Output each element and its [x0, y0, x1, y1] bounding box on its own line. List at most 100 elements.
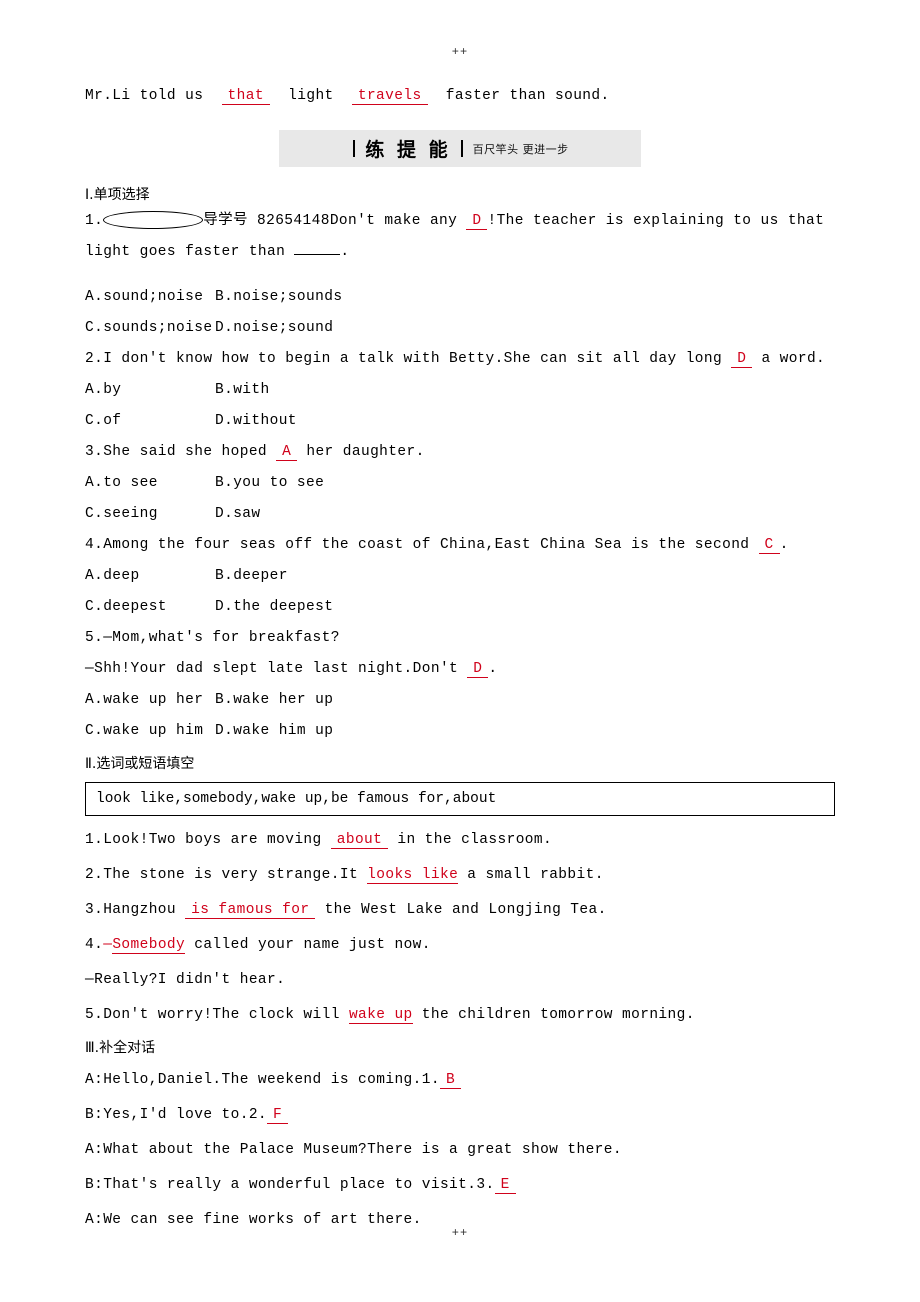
section-3-heading: Ⅲ.补全对话 [85, 1040, 156, 1056]
worksheet-page: ++ Mr.Li told us that light travels fast… [0, 0, 920, 1302]
question-3-options-row2: C.seeing D.saw [85, 499, 835, 530]
question-2-text-after: a word. [761, 351, 826, 367]
question-2-number: 2. [85, 351, 104, 367]
option-4d[interactable]: D.the deepest [215, 592, 333, 623]
question-3-answer: A [276, 444, 298, 461]
question-4-options-row1: A.deep B.deeper [85, 561, 835, 592]
question-4-number: 4. [85, 537, 104, 553]
option-1d[interactable]: D.noise;sound [215, 313, 333, 344]
option-2d[interactable]: D.without [215, 406, 297, 437]
fill-item-5: 5.Don't worry!The clock will wake up the… [85, 1000, 835, 1031]
fill-item-4-dash: — [103, 937, 113, 953]
question-2-options-row1: A.by B.with [85, 375, 835, 406]
question-3-text-after: her daughter. [306, 444, 425, 460]
option-5d[interactable]: D.wake him up [215, 716, 333, 747]
banner-bar-left [353, 140, 356, 157]
option-3c[interactable]: C.seeing [85, 499, 215, 530]
intro-before: Mr.Li told us [85, 88, 204, 104]
question-5-options-row1: A.wake up her B.wake her up [85, 685, 835, 716]
question-5-dialog-b-before: —Shh!Your dad slept late last night.Don'… [85, 661, 459, 677]
option-1c[interactable]: C.sounds;noise [85, 313, 215, 344]
banner-bar-right [460, 140, 463, 157]
fill-item-1: 1.Look!Two boys are moving about in the … [85, 825, 835, 856]
question-4-text-before: Among the four seas off the coast of Chi… [103, 537, 750, 553]
question-1-text-before: Don't make any [329, 213, 458, 229]
option-3d[interactable]: D.saw [215, 499, 261, 530]
question-1-code: 导学号 82654148 [203, 213, 330, 229]
dialog-line-2-answer: F [267, 1107, 289, 1124]
question-2-answer: D [731, 351, 753, 368]
option-3a[interactable]: A.to see [85, 468, 215, 499]
dialog-line-4: B:That's really a wonderful place to vis… [85, 1170, 835, 1201]
question-5-options-row2: C.wake up him D.wake him up [85, 716, 835, 747]
option-3b[interactable]: B.you to see [215, 468, 324, 499]
option-1a[interactable]: A.sound;noise [85, 282, 215, 313]
intro-mid: light [288, 88, 334, 104]
dialog-line-4-text: B:That's really a wonderful place to vis… [85, 1177, 495, 1193]
question-3: 3.She said she hoped A her daughter. [85, 437, 835, 468]
dialog-line-3: A:What about the Palace Museum?There is … [85, 1135, 835, 1166]
fill-item-1-answer: about [330, 832, 389, 849]
fill-item-1-before: Look!Two boys are moving [103, 832, 322, 848]
fill-item-5-after: the children tomorrow morning. [421, 1007, 695, 1023]
intro-line: Mr.Li told us that light travels faster … [85, 81, 835, 112]
question-5-dialog-b-after: . [488, 661, 498, 677]
option-2b[interactable]: B.with [215, 375, 270, 406]
fill-item-4-answer: Somebody [112, 937, 186, 954]
banner-title: 练 提 能 [365, 139, 451, 161]
question-4-options-row2: C.deepest D.the deepest [85, 592, 835, 623]
option-2a[interactable]: A.by [85, 375, 215, 406]
question-1-text-after: !The teacher is explaining to us that [487, 213, 825, 229]
option-2c[interactable]: C.of [85, 406, 215, 437]
dialog-line-2-text: B:Yes,I'd love to.2. [85, 1107, 268, 1123]
option-1b[interactable]: B.noise;sounds [215, 282, 342, 313]
option-4b[interactable]: B.deeper [215, 561, 288, 592]
question-2-text-before: I don't know how to begin a talk with Be… [103, 351, 723, 367]
question-5-number: 5. [85, 630, 104, 646]
section-1-heading: Ⅰ.单项选择 [85, 187, 150, 203]
question-5-answer: D [467, 661, 489, 678]
fill-item-3-before: Hangzhou [103, 902, 177, 918]
dialog-line-4-answer: E [494, 1177, 516, 1194]
option-5c[interactable]: C.wake up him [85, 716, 215, 747]
section-2-heading: Ⅱ.选词或短语填空 [85, 756, 195, 772]
question-4: 4.Among the four seas off the coast of C… [85, 530, 835, 561]
question-1-options-row2: C.sounds;noise D.noise;sound [85, 313, 835, 344]
intro-answer-1: that [221, 88, 270, 105]
fill-item-1-after: in the classroom. [397, 832, 553, 848]
question-3-number: 3. [85, 444, 104, 460]
fill-item-2: 2.The stone is very strange.It looks lik… [85, 860, 835, 891]
fill-item-4-number: 4. [85, 937, 104, 953]
option-5a[interactable]: A.wake up her [85, 685, 215, 716]
question-1-options-row1: A.sound;noise B.noise;sounds [85, 282, 835, 313]
fill-item-5-answer: wake up [348, 1007, 413, 1024]
fill-item-5-number: 5. [85, 1007, 104, 1023]
question-4-answer: C [758, 537, 780, 554]
banner-subtitle: 百尺竿头 更进一步 [472, 142, 569, 156]
fill-item-4: 4.—Somebody called your name just now. [85, 930, 835, 961]
question-1-line2: light goes faster than . [85, 237, 835, 268]
fill-item-1-number: 1. [85, 832, 104, 848]
option-4a[interactable]: A.deep [85, 561, 215, 592]
fill-item-3: 3.Hangzhou is famous for the West Lake a… [85, 895, 835, 926]
fill-item-2-after: a small rabbit. [467, 867, 604, 883]
fill-item-2-number: 2. [85, 867, 104, 883]
question-2-options-row2: C.of D.without [85, 406, 835, 437]
option-5b[interactable]: B.wake her up [215, 685, 333, 716]
fill-item-3-after: the West Lake and Longjing Tea. [324, 902, 607, 918]
fill-item-5-before: Don't worry!The clock will [103, 1007, 340, 1023]
question-1-line2-before: light goes faster than [85, 244, 286, 260]
fill-item-2-before: The stone is very strange.It [103, 867, 359, 883]
page-top-mark: ++ [451, 45, 469, 59]
question-3-options-row1: A.to see B.you to see [85, 468, 835, 499]
question-3-text-before: She said she hoped [103, 444, 268, 460]
question-1: 1. 导学号 82654148Don't make any D !The teach… [85, 206, 835, 237]
dialog-line-2: B:Yes,I'd love to.2. F [85, 1100, 835, 1131]
question-5: 5.—Mom,what's for breakfast? [85, 623, 835, 654]
option-4c[interactable]: C.deepest [85, 592, 215, 623]
code-ellipse [103, 211, 204, 229]
question-5-dialog-a: —Mom,what's for breakfast? [103, 630, 340, 646]
question-4-text-after: . [779, 537, 789, 553]
ellipse-shape [103, 211, 204, 229]
question-1-blank [294, 254, 341, 255]
